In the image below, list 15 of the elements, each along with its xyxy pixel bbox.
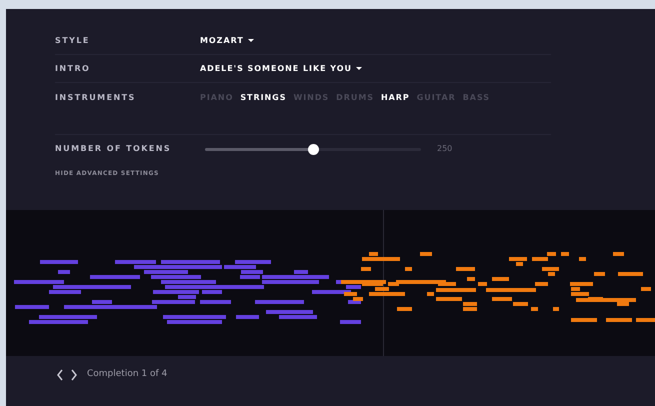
caret-icon bbox=[248, 39, 254, 42]
next-icon[interactable] bbox=[70, 368, 78, 380]
setting-label: INSTRUMENTS bbox=[55, 92, 137, 104]
style-dropdown[interactable]: MOZART bbox=[200, 34, 254, 46]
completion-label: Completion 1 of 4 bbox=[87, 368, 168, 381]
setting-label: NUMBER OF TOKENS bbox=[55, 143, 172, 155]
previous-icon[interactable] bbox=[56, 368, 64, 380]
token-count: 250 bbox=[437, 143, 452, 155]
slider-thumb[interactable] bbox=[308, 144, 319, 154]
instrument-toggle[interactable]: STRINGS bbox=[240, 92, 286, 104]
setting-label: INTRO bbox=[55, 62, 92, 74]
setting-label: STYLE bbox=[55, 34, 91, 46]
intro-dropdown[interactable]: ADELE'S SOMEONE LIKE YOU bbox=[200, 62, 362, 74]
instrument-toggle[interactable]: HARP bbox=[380, 92, 410, 104]
caret-icon bbox=[356, 67, 362, 70]
